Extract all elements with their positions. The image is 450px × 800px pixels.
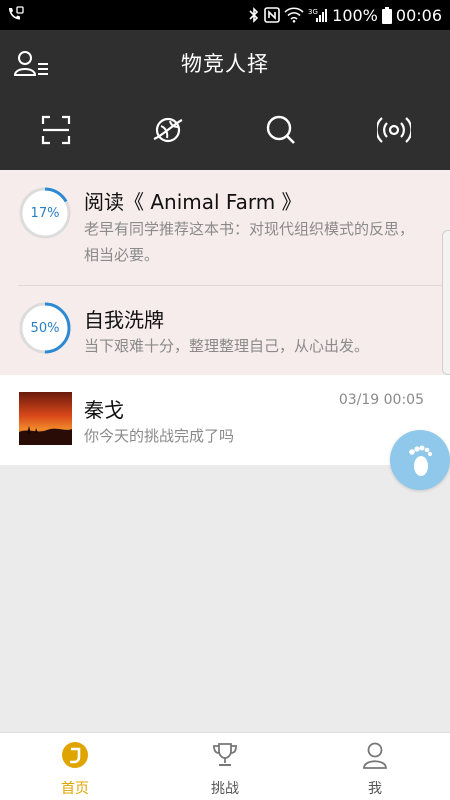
progress-ring: 50% (18, 301, 72, 355)
explore-button[interactable] (148, 110, 188, 150)
status-bar: 3G 100% 00:06 (0, 0, 450, 30)
progress-ring: 17% (18, 186, 72, 240)
task-description: 老早有同学推荐这本书：对现代组织模式的反思，相当必要。 (84, 220, 415, 264)
tab-challenge[interactable]: 挑战 (150, 733, 300, 800)
call-icon (9, 6, 24, 20)
bluetooth-icon (249, 7, 259, 23)
wifi-icon (284, 7, 304, 23)
task-title[interactable]: 阅读《 Animal Farm 》 (84, 186, 302, 215)
app-header: 物竞人择 (0, 30, 450, 170)
avatar (19, 392, 72, 445)
broadcast-icon (377, 117, 411, 143)
tab-label: 首页 (61, 781, 89, 797)
broadcast-button[interactable] (374, 110, 414, 150)
task-description: 当下艰难十分，整理整理自己，从心出发。 (84, 337, 370, 355)
drawer-handle[interactable] (442, 230, 450, 375)
divider (18, 285, 450, 286)
nfc-icon (264, 7, 280, 23)
trophy-icon (211, 741, 239, 769)
header-toolbar (0, 110, 450, 154)
message-time: 03/19 00:05 (338, 392, 424, 408)
battery-icon (381, 6, 392, 24)
search-icon (266, 115, 295, 144)
progress-label: 17% (30, 205, 60, 221)
task-list: 17% 阅读《 Animal Farm 》 老早有同学推荐这本书：对现代组织模式… (0, 170, 450, 375)
person-icon (361, 741, 389, 769)
home-icon (61, 741, 89, 769)
clock: 00:06 (395, 5, 442, 25)
tab-label: 挑战 (211, 781, 239, 797)
progress-label: 50% (30, 320, 60, 336)
search-button[interactable] (261, 110, 301, 150)
message-preview: 你今天的挑战完成了吗 (84, 427, 235, 445)
footprint-button[interactable] (390, 430, 450, 490)
planet-icon (153, 117, 183, 143)
bottom-tab-bar: 首页 挑战 我 (0, 732, 450, 800)
footprint-icon (409, 445, 433, 476)
page-title: 物竞人择 (181, 52, 269, 76)
svg-text:3G: 3G (308, 8, 318, 16)
task-title[interactable]: 自我洗牌 (84, 304, 164, 333)
tab-me[interactable]: 我 (300, 733, 450, 800)
signal-icon: 3G (308, 8, 328, 22)
tab-home[interactable]: 首页 (0, 733, 150, 800)
battery-percent: 100% (332, 5, 378, 25)
scan-button[interactable] (36, 110, 76, 150)
message-sender: 秦戈 (84, 398, 124, 422)
scan-icon (41, 115, 71, 145)
tab-label: 我 (368, 781, 382, 797)
